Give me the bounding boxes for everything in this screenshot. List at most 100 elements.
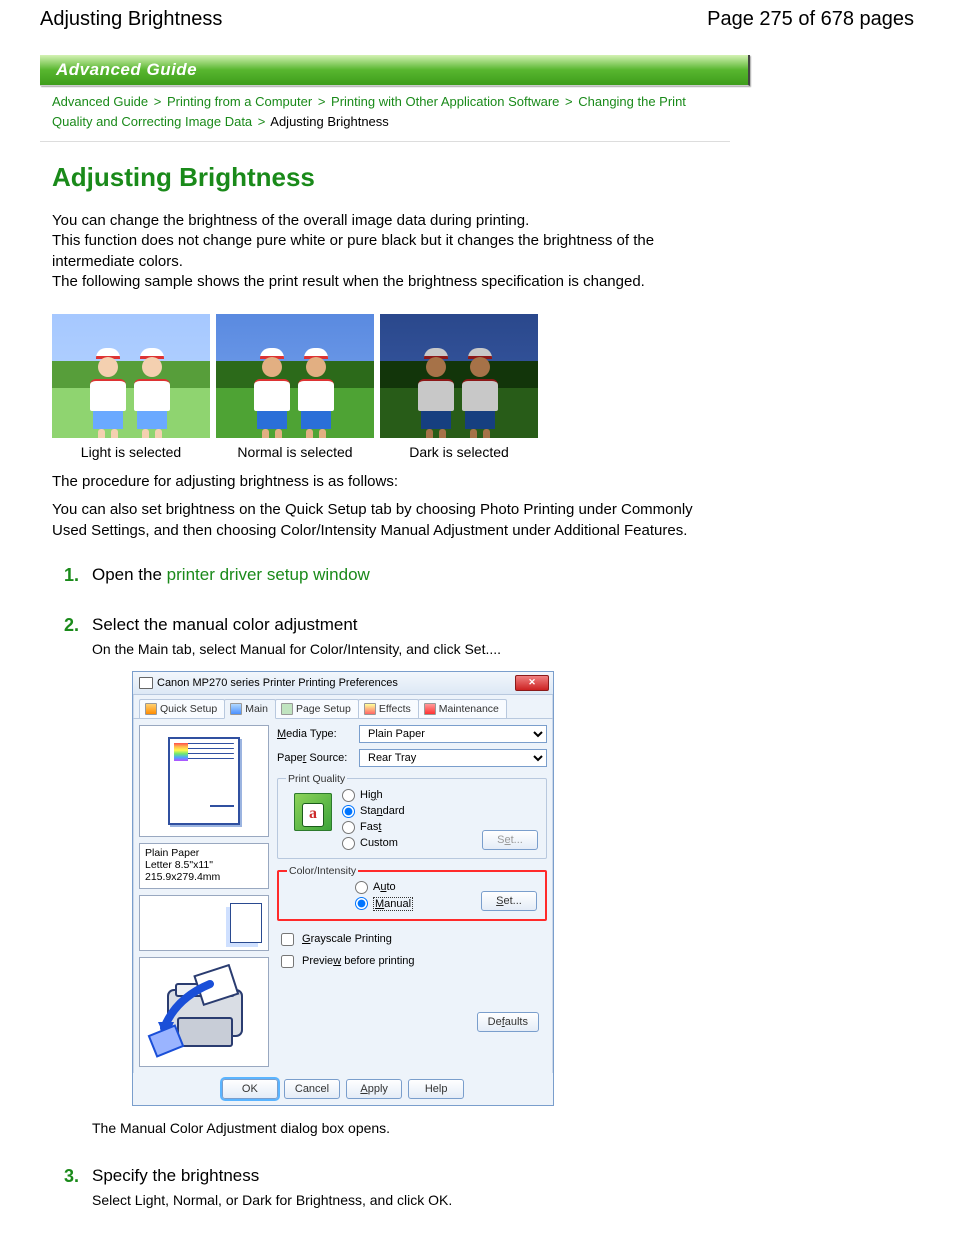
settings-column: Media Type: Plain Paper Paper Source: Re…: [277, 725, 547, 1067]
color-swatch-icon: [174, 743, 188, 761]
step-1-number: 1.: [64, 565, 84, 591]
paper-source-select[interactable]: Rear Tray: [359, 749, 547, 767]
step-1-text: Open the: [92, 565, 167, 584]
grayscale-checkbox[interactable]: Grayscale Printing: [277, 930, 547, 949]
printer-driver-link[interactable]: printer driver setup window: [167, 565, 370, 584]
color-intensity-group: Color/Intensity Auto Manual Set...: [277, 865, 547, 921]
printer-icon: [139, 677, 153, 689]
page-counter: Page 275 of 678 pages: [707, 8, 914, 31]
ok-button[interactable]: OK: [222, 1079, 278, 1099]
intro-p1: You can change the brightness of the ove…: [52, 211, 730, 231]
step-2: 2. Select the manual color adjustment On…: [64, 615, 730, 1142]
tab-main[interactable]: Main: [224, 699, 276, 719]
crumb-other-software[interactable]: Printing with Other Application Software: [331, 94, 559, 109]
effects-icon: [364, 703, 376, 715]
ci-manual-radio[interactable]: Manual: [355, 897, 413, 911]
printing-preferences-dialog: Canon MP270 series Printer Printing Pref…: [132, 671, 554, 1106]
tab-effects[interactable]: Effects: [358, 699, 419, 718]
defaults-row: Defaults: [277, 980, 547, 1038]
intro-block: You can change the brightness of the ove…: [52, 211, 730, 292]
sample-dark-caption: Dark is selected: [380, 438, 538, 460]
help-button[interactable]: Help: [408, 1079, 464, 1099]
ci-auto-radio[interactable]: Auto: [355, 881, 413, 894]
dialog-footer: OK Cancel Apply Help: [133, 1073, 553, 1105]
step-2-heading: Select the manual color adjustment: [92, 615, 730, 635]
after-p2: You can also set brightness on the Quick…: [52, 500, 730, 541]
sample-normal-caption: Normal is selected: [216, 438, 374, 460]
maintenance-icon: [424, 703, 436, 715]
ci-set-button[interactable]: Set...: [481, 891, 537, 911]
quality-standard-radio[interactable]: Standard: [342, 805, 405, 818]
quick-setup-icon: [145, 703, 157, 715]
breadcrumb: Advanced Guide > Printing from a Compute…: [40, 86, 730, 142]
page: Adjusting Brightness Page 275 of 678 pag…: [0, 0, 954, 1254]
media-type-row: Media Type: Plain Paper: [277, 725, 547, 743]
paper-source-label: Paper Source:: [277, 752, 353, 764]
paper-info-type: Plain Paper: [145, 847, 263, 859]
dialog-title: Canon MP270 series Printer Printing Pref…: [157, 677, 398, 689]
after-samples: The procedure for adjusting brightness i…: [52, 472, 730, 541]
quality-custom-radio[interactable]: Custom: [342, 837, 405, 850]
sample-dark: Dark is selected: [380, 314, 538, 460]
page-title-small: Adjusting Brightness: [40, 8, 222, 31]
print-quality-group: Print Quality a High Standard Fast Custo…: [277, 773, 547, 859]
apply-button[interactable]: Apply: [346, 1079, 402, 1099]
sample-light-caption: Light is selected: [52, 438, 210, 460]
printer-preview: [139, 957, 269, 1067]
content: Advanced Guide Advanced Guide > Printing…: [40, 55, 730, 1214]
sample-light-image: [52, 314, 210, 438]
orientation-preview: [139, 895, 269, 951]
step-1-heading: Open the printer driver setup window: [92, 565, 730, 585]
paper-info-size: Letter 8.5"x11" 215.9x279.4mm: [145, 859, 263, 883]
dialog-body: Plain Paper Letter 8.5"x11" 215.9x279.4m…: [133, 719, 553, 1073]
advanced-guide-banner: Advanced Guide: [40, 55, 750, 86]
color-intensity-legend: Color/Intensity: [287, 865, 358, 877]
sample-images: Light is selected Normal is selected Dar…: [52, 314, 730, 460]
media-type-label: Media Type:: [277, 728, 353, 740]
crumb-printing-computer[interactable]: Printing from a Computer: [167, 94, 312, 109]
step-1: 1. Open the printer driver setup window: [64, 565, 730, 591]
step-3-number: 3.: [64, 1166, 84, 1214]
media-type-select[interactable]: Plain Paper: [359, 725, 547, 743]
crumb-sep: >: [154, 94, 162, 109]
sample-light: Light is selected: [52, 314, 210, 460]
quality-fast-radio[interactable]: Fast: [342, 821, 405, 834]
paper-info: Plain Paper Letter 8.5"x11" 215.9x279.4m…: [139, 843, 269, 889]
step-2-after: The Manual Color Adjustment dialog box o…: [92, 1120, 730, 1136]
crumb-sep: >: [258, 114, 266, 129]
quality-set-button[interactable]: Set...: [482, 830, 538, 850]
sample-dark-image: [380, 314, 538, 438]
page-setup-icon: [281, 703, 293, 715]
defaults-button[interactable]: Defaults: [477, 1012, 539, 1032]
sample-normal-image: [216, 314, 374, 438]
crumb-sep: >: [565, 94, 573, 109]
cancel-button[interactable]: Cancel: [284, 1079, 340, 1099]
tab-maintenance[interactable]: Maintenance: [418, 699, 507, 718]
crumb-advanced-guide[interactable]: Advanced Guide: [52, 94, 148, 109]
dialog-tabs: Quick Setup Main Page Setup Effects Main…: [133, 695, 553, 719]
main-tab-icon: [230, 703, 242, 715]
page-header: Adjusting Brightness Page 275 of 678 pag…: [40, 8, 914, 31]
close-button[interactable]: ✕: [515, 675, 549, 691]
step-2-sub: On the Main tab, select Manual for Color…: [92, 641, 730, 657]
preview-checkbox[interactable]: Preview before printing: [277, 952, 547, 971]
tab-quick-setup[interactable]: Quick Setup: [139, 699, 225, 718]
step-2-number: 2.: [64, 615, 84, 1142]
printer-illustration-icon: [146, 964, 264, 1060]
tab-page-setup[interactable]: Page Setup: [275, 699, 359, 718]
step-3-heading: Specify the brightness: [92, 1166, 730, 1186]
quality-high-radio[interactable]: High: [342, 789, 405, 802]
crumb-sep: >: [318, 94, 326, 109]
paper-source-row: Paper Source: Rear Tray: [277, 749, 547, 767]
step-3: 3. Specify the brightness Select Light, …: [64, 1166, 730, 1214]
sample-normal: Normal is selected: [216, 314, 374, 460]
extra-checkboxes: Grayscale Printing Preview before printi…: [277, 927, 547, 974]
crumb-current: Adjusting Brightness: [270, 114, 389, 129]
step-3-sub: Select Light, Normal, or Dark for Bright…: [92, 1192, 730, 1208]
intro-p2: This function does not change pure white…: [52, 231, 730, 272]
page-title: Adjusting Brightness: [52, 162, 730, 193]
dialog-titlebar: Canon MP270 series Printer Printing Pref…: [133, 672, 553, 695]
preview-column: Plain Paper Letter 8.5"x11" 215.9x279.4m…: [139, 725, 269, 1067]
paper-preview: [139, 725, 269, 837]
quality-preview-icon: a: [294, 793, 332, 831]
